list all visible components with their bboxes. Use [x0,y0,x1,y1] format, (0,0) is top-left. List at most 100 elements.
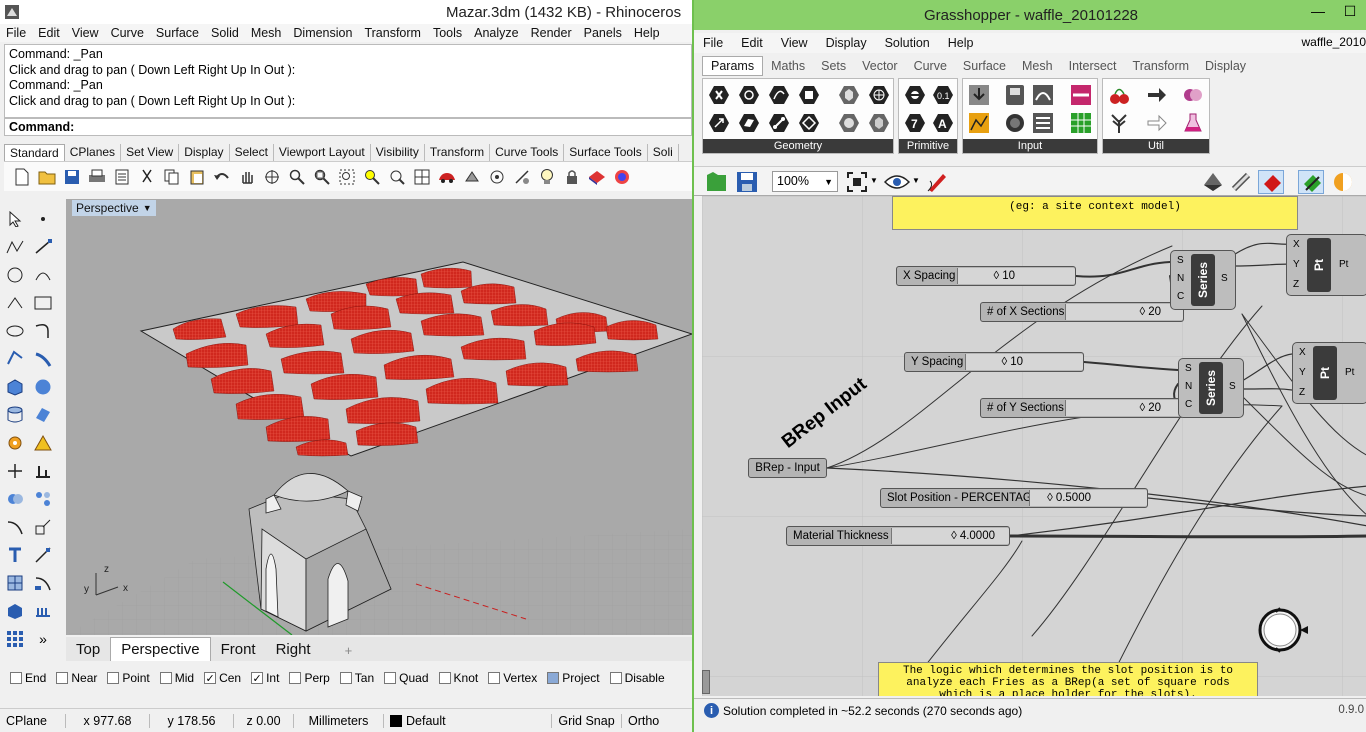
slider-x-spacing[interactable]: X Spacing ◊ 10 [896,266,1076,286]
viewport-tab-top[interactable]: Top [66,638,110,661]
hex-boolean-icon[interactable] [903,83,927,107]
slider-track[interactable]: ◊ 10 [957,268,1075,284]
circle-icon[interactable] [4,264,26,286]
rhino-menu-mesh[interactable]: Mesh [245,26,288,40]
osnap-checkbox[interactable] [609,672,622,684]
gh-menu-view[interactable]: View [772,36,817,50]
hex-line-icon[interactable] [767,111,791,135]
canvas-scroll-handle[interactable] [702,670,710,694]
color-sphere-icon[interactable] [1332,171,1354,196]
viewport-tab-right[interactable]: Right [266,638,321,661]
value-list-icon[interactable] [1031,111,1055,135]
graph-mapper-icon[interactable] [967,111,991,135]
zoom-window-icon[interactable] [312,167,331,186]
keypad-icon[interactable] [4,628,26,650]
undo-icon[interactable] [212,167,231,186]
ellipse-icon[interactable] [4,320,26,342]
flask-icon[interactable] [1181,111,1205,135]
toolbar-tab-cplanes[interactable]: CPlanes [65,144,122,161]
rhino-menu-dimension[interactable]: Dimension [287,26,358,40]
rhino-menu-solid[interactable]: Solid [205,26,245,40]
rhino-menu-curve[interactable]: Curve [105,26,150,40]
mesh-icon[interactable] [4,572,26,594]
viewport-title-menu[interactable]: Perspective ▼ [72,200,156,216]
osnap-tan[interactable]: Tan [334,671,374,685]
preview-shaded-icon[interactable] [1230,171,1252,196]
note-panel-bottom[interactable]: The logic which determines the slot posi… [878,662,1258,696]
text-icon[interactable] [4,544,26,566]
osnap-checkbox[interactable] [159,672,172,684]
open-file-icon[interactable] [706,171,728,196]
gh-tab-transform[interactable]: Transform [1125,57,1198,75]
gradient-icon[interactable] [1069,83,1093,107]
gh-tab-vector[interactable]: Vector [854,57,905,75]
polyline-icon[interactable] [4,236,26,258]
array-icon[interactable] [32,544,54,566]
toolbar-tab-curve-tools[interactable]: Curve Tools [490,144,565,161]
preview-eye-icon[interactable] [883,171,911,196]
import-icon[interactable] [967,83,991,107]
toolbar-tab-display[interactable]: Display [179,144,230,161]
cylinder-icon[interactable] [4,404,26,426]
light-bulb-icon[interactable] [537,167,556,186]
status-grid-snap[interactable]: Grid Snap [552,713,622,728]
slider-material-thickness[interactable]: Material Thickness ◊ 4.0000 [786,526,1010,546]
zoom-selected-icon[interactable] [362,167,381,186]
material-icon[interactable] [587,167,606,186]
sphere-icon[interactable] [32,376,54,398]
car-render-icon[interactable] [437,167,456,186]
render-color-icon[interactable] [612,167,631,186]
rhino-menu-render[interactable]: Render [525,26,578,40]
slider-track[interactable]: ◊ 10 [965,354,1083,370]
pan-hand-icon[interactable] [237,167,256,186]
slider-track[interactable]: ◊ 0.5000 [1029,490,1147,506]
link-icon[interactable] [1181,83,1205,107]
open-folder-icon[interactable] [37,167,56,186]
slider-y-spacing[interactable]: Y Spacing ◊ 10 [904,352,1084,372]
status-ortho[interactable]: Ortho [622,714,662,728]
preview-wireframe-icon[interactable] [1202,171,1224,196]
chevron-down-icon[interactable]: ▼ [912,176,920,185]
rhino-menu-panels[interactable]: Panels [578,26,628,40]
chevron-down-icon[interactable]: ▼ [870,176,878,185]
gear-icon[interactable] [4,432,26,454]
slider-slot-position[interactable]: Slot Position - PERCENTAGE ◊ 0.5000 [880,488,1148,508]
osnap-int[interactable]: ✓ Int [245,671,279,685]
gh-tab-sets[interactable]: Sets [813,57,854,75]
slider-track[interactable]: ◊ 20 [1065,400,1183,416]
brep-input-param[interactable]: BRep - Input [748,458,827,478]
slider-grip-icon[interactable]: ◊ [1047,492,1053,504]
dim-edit-icon[interactable] [32,572,54,594]
slider-grip-icon[interactable]: ◊ [1140,402,1146,414]
osnap-checkbox[interactable] [10,672,22,684]
lock-icon[interactable] [562,167,581,186]
slider-track[interactable]: ◊ 4.0000 [891,528,1009,544]
solid-box-icon[interactable] [4,600,26,622]
command-line-input[interactable]: Command: [4,118,692,136]
navigation-compass-icon[interactable] [1256,606,1316,658]
status-cplane[interactable]: CPlane [0,713,66,728]
slider-grip-icon[interactable]: ◊ [994,270,1000,282]
properties-icon[interactable] [112,167,131,186]
matrix-icon[interactable] [1069,111,1093,135]
osnap-knot[interactable]: Knot [433,671,478,685]
osnap-checkbox[interactable] [339,672,352,684]
toolbar-tab-surface-tools[interactable]: Surface Tools [564,144,648,161]
align-icon[interactable] [32,460,54,482]
copy-icon[interactable] [162,167,181,186]
surface-edge-icon[interactable] [4,348,26,370]
point-component-2[interactable]: X Y Z Pt Pt [1292,342,1366,404]
box-icon[interactable] [4,376,26,398]
gh-tab-params[interactable]: Params [702,56,764,76]
gh-tab-display[interactable]: Display [1197,57,1254,75]
osnap-checkbox[interactable] [289,672,302,684]
rhino-menu-transform[interactable]: Transform [358,26,427,40]
dimension-icon[interactable] [4,516,26,538]
gh-menu-display[interactable]: Display [817,36,876,50]
hex-solid-icon[interactable] [837,111,861,135]
toolbar-tab-transform[interactable]: Transform [425,144,491,161]
series-component-x[interactable]: S N C Series S [1170,250,1236,310]
gh-tab-maths[interactable]: Maths [763,57,813,75]
hex-number-icon[interactable]: 0.1 [931,83,955,107]
rectangle-icon[interactable] [32,292,54,314]
